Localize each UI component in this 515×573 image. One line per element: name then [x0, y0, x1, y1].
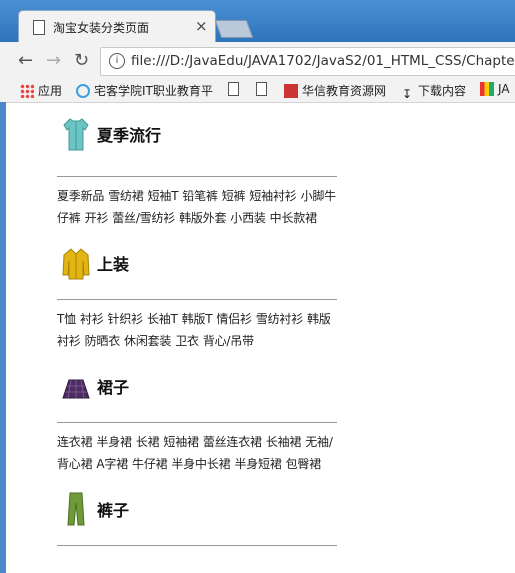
category-link[interactable]: 衬衫 [80, 312, 104, 326]
bookmark-page-1[interactable] [228, 82, 243, 96]
category-link[interactable]: 韩版T [182, 312, 213, 326]
bookmark-java[interactable]: JA [480, 82, 510, 96]
huaxin-logo-icon [284, 84, 298, 98]
category-link[interactable]: 休闲套装 [124, 334, 171, 348]
category-link[interactable]: 背心/吊带 [203, 334, 254, 348]
category-link[interactable]: T恤 [57, 312, 76, 326]
apps-grid-icon [20, 84, 34, 98]
zhaike-logo-icon [76, 84, 90, 98]
category-link[interactable]: 雪纺衬衫 [256, 312, 303, 326]
category-link[interactable]: 蕾丝/雪纺衫 [112, 211, 175, 225]
bookmark-label: 应用 [38, 84, 63, 98]
bookmark-apps[interactable]: 应用 [20, 82, 62, 99]
address-bar[interactable]: i file:///D:/JavaEdu/JAVA1702/JavaS2/01_… [100, 47, 515, 76]
category-link[interactable]: 雪纺裙 [108, 189, 144, 203]
section-links: T恤 衬衫 针织衫 长袖T 韩版T 情侣衫 雪纺衬衫 韩版衬衫 防晒衣 休闲套装 卫衣 背心/吊带 [57, 300, 337, 360]
section-links: 连衣裙 半身裙 长裙 短袖裙 蕾丝连衣裙 长袖裙 无袖/背心裙 A字裙 牛仔裙 半身中长裙 半身短裙… [57, 423, 337, 483]
category-link[interactable]: 短袖裙 [163, 435, 199, 449]
forward-icon[interactable]: → [46, 50, 61, 71]
category-link[interactable]: 短袖衬衫 [249, 189, 296, 203]
category-link[interactable]: 蕾丝连衣裙 [203, 435, 262, 449]
category-link[interactable]: A字裙 [96, 457, 128, 471]
browser-tab[interactable]: 淘宝女装分类页面 × [18, 10, 216, 43]
category-link[interactable]: 夏季新品 [57, 189, 104, 203]
category-link[interactable]: 小西装 [230, 211, 266, 225]
category-link[interactable]: 铅笔裤 [182, 189, 218, 203]
section-title: 裤子 [97, 501, 130, 520]
category-link[interactable]: 短裤 [222, 189, 246, 203]
bookmark-label: 宅客学院IT职业教育平 [94, 84, 213, 98]
category-link[interactable]: 长袖裙 [266, 435, 302, 449]
category-link[interactable]: 针织衫 [108, 312, 144, 326]
category-link[interactable]: 半身中长裙 [171, 457, 230, 471]
section-divider [57, 545, 337, 546]
page-left-edge [0, 102, 6, 573]
shirt-icon [63, 118, 89, 151]
bookmark-downloads[interactable]: ↧ 下载内容 [400, 82, 466, 101]
download-icon: ↧ [401, 87, 413, 101]
category-link[interactable]: 防晒衣 [85, 334, 121, 348]
section-title: 夏季流行 [97, 126, 162, 145]
info-icon[interactable]: i [109, 53, 125, 69]
section-title: 裙子 [97, 378, 130, 397]
tab-title: 淘宝女装分类页面 [53, 21, 150, 35]
category-link[interactable]: 牛仔裙 [132, 457, 168, 471]
bookmark-label: 下载内容 [418, 84, 467, 98]
bookmark-label: 华信教育资源网 [302, 84, 387, 98]
bookmark-label: JA [498, 82, 510, 96]
java-logo-icon [480, 82, 494, 96]
bookmark-huaxin[interactable]: 华信教育资源网 [284, 82, 386, 99]
section-header: 裤子 [57, 477, 337, 527]
title-bar: 淘宝女装分类页面 × [0, 0, 515, 43]
bookmark-zhaike[interactable]: 宅客学院IT职业教育平 [76, 82, 213, 99]
page-icon [228, 82, 239, 96]
category-list: 夏季流行 夏季新品 雪纺裙 短袖T 铅笔裤 短裤 短袖衬衫 小脚牛仔裤 开衫 蕾丝/雪纺衫 韩版外… [57, 102, 337, 546]
section-title: 上装 [97, 255, 130, 274]
reload-icon[interactable]: ↻ [74, 50, 89, 71]
category-link[interactable]: 包臀裙 [286, 457, 322, 471]
bookmarks-bar: 应用 宅客学院IT职业教育平 华信教育资源网 ↧ 下载内容 JA [0, 78, 515, 103]
page-icon [256, 82, 267, 96]
category-link[interactable]: 卫衣 [175, 334, 199, 348]
category-link[interactable]: 开衫 [85, 211, 109, 225]
section-links: 夏季新品 雪纺裙 短袖T 铅笔裤 短裤 短袖衬衫 小脚牛仔裤 开衫 蕾丝/雪纺衫 韩版外套 小西装中… [57, 177, 337, 237]
skirt-icon [62, 379, 90, 399]
category-link[interactable]: 短袖T [148, 189, 179, 203]
category-link[interactable]: 长袖T [147, 312, 178, 326]
browser-toolbar: ← → ↻ i file:///D:/JavaEdu/JAVA1702/Java… [0, 42, 515, 78]
back-icon[interactable]: ← [18, 50, 33, 71]
pants-icon [67, 492, 85, 526]
bookmark-page-2[interactable] [256, 82, 271, 96]
page-icon [33, 20, 45, 35]
jacket-icon [62, 248, 90, 280]
section-header: 裙子 [57, 354, 337, 404]
category-link[interactable]: 中长款裙 [270, 211, 317, 225]
category-link[interactable]: 半身裙 [96, 435, 132, 449]
new-tab-button[interactable] [214, 20, 254, 38]
url-text: file:///D:/JavaEdu/JAVA1702/JavaS2/01_HT… [131, 53, 515, 69]
close-tab-icon[interactable]: × [195, 17, 208, 35]
section-header: 上装 [57, 231, 337, 281]
section-header: 夏季流行 [57, 102, 337, 152]
category-link[interactable]: 连衣裙 [57, 435, 93, 449]
category-link[interactable]: 长裙 [136, 435, 160, 449]
category-link[interactable]: 情侣衫 [216, 312, 252, 326]
category-link[interactable]: 韩版外套 [179, 211, 226, 225]
category-link[interactable]: 半身短裙 [234, 457, 281, 471]
